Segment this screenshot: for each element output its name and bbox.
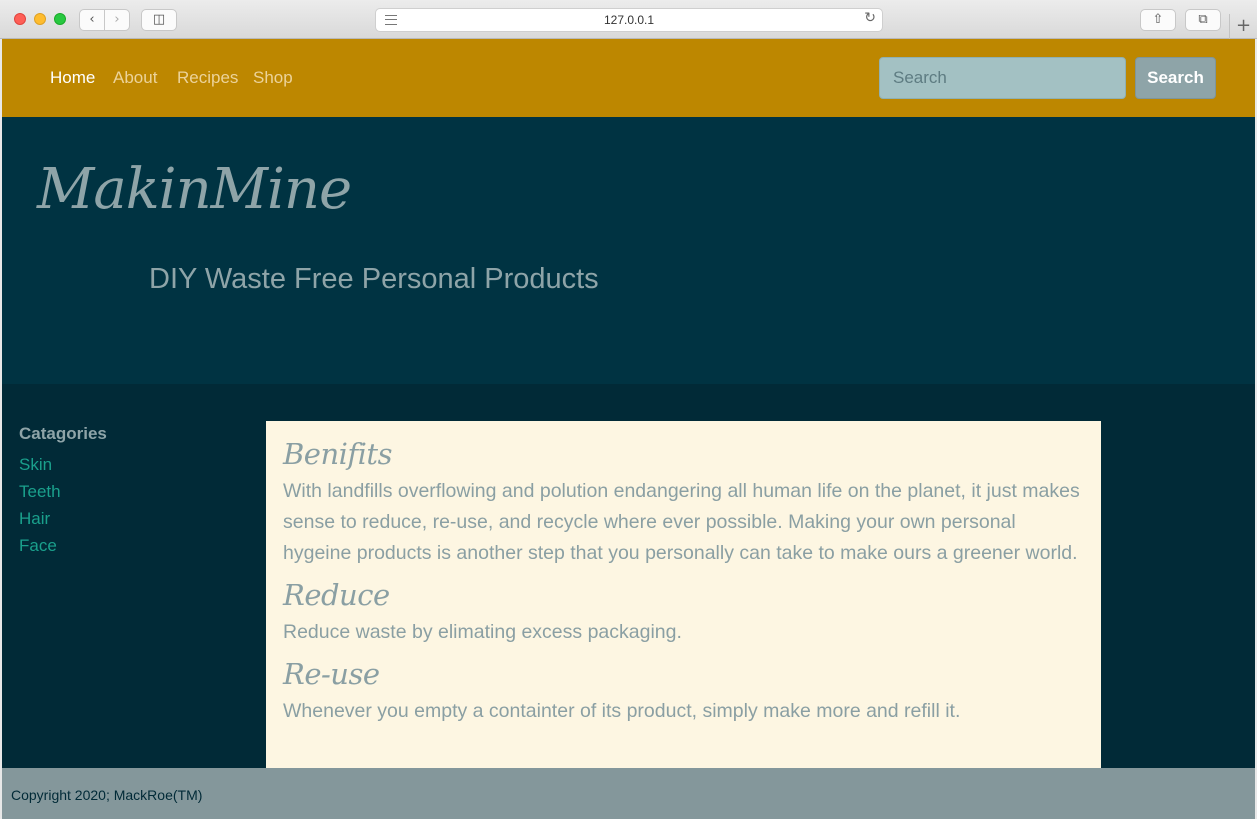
nav-link-home[interactable]: Home bbox=[50, 68, 95, 88]
top-navbar: Home About Recipes Shop Search bbox=[2, 39, 1255, 117]
nav-link-shop[interactable]: Shop bbox=[253, 68, 293, 88]
sidebar-item-hair[interactable]: Hair bbox=[19, 505, 107, 532]
new-tab-icon[interactable]: + bbox=[1229, 14, 1257, 39]
zoom-window-button[interactable] bbox=[54, 13, 66, 25]
page-footer: Copyright 2020; MackRoe(TM) bbox=[2, 768, 1255, 819]
sidebar-heading: Catagories bbox=[19, 424, 107, 443]
section-text-reduce: Reduce waste by elimating excess packagi… bbox=[283, 621, 682, 643]
nav-link-recipes[interactable]: Recipes bbox=[177, 68, 238, 88]
address-bar[interactable]: 127.0.0.1 ↻ bbox=[375, 8, 883, 32]
url-text[interactable]: 127.0.0.1 bbox=[376, 13, 882, 27]
share-icon[interactable]: ⇧ bbox=[1140, 9, 1176, 31]
section-heading-benifits: Benifits bbox=[283, 437, 392, 471]
forward-icon[interactable]: › bbox=[104, 9, 130, 31]
section-text-benifits: With landfills overflowing and polution … bbox=[283, 480, 1080, 564]
section-text-reuse: Whenever you empty a containter of its p… bbox=[283, 700, 961, 722]
nav-link-about[interactable]: About bbox=[113, 68, 157, 88]
section-heading-reduce: Reduce bbox=[283, 578, 390, 612]
content-card: Benifits With landfills overflowing and … bbox=[266, 421, 1101, 781]
sidebar-item-teeth[interactable]: Teeth bbox=[19, 478, 107, 505]
sidebar-item-skin[interactable]: Skin bbox=[19, 451, 107, 478]
reload-icon[interactable]: ↻ bbox=[864, 10, 876, 26]
section-heading-reuse: Re-use bbox=[283, 657, 380, 691]
search-button[interactable]: Search bbox=[1135, 57, 1216, 99]
sidebar-icon[interactable]: ◫ bbox=[141, 9, 177, 31]
categories-sidebar: Catagories Skin Teeth Hair Face bbox=[19, 424, 107, 559]
minimize-window-button[interactable] bbox=[34, 13, 46, 25]
back-icon[interactable]: ‹ bbox=[79, 9, 105, 31]
browser-toolbar: ‹ › ◫ 127.0.0.1 ↻ ⇧ ⧉ + bbox=[0, 0, 1257, 39]
hero-banner: MakinMine DIY Waste Free Personal Produc… bbox=[2, 117, 1255, 384]
tagline: DIY Waste Free Personal Products bbox=[149, 263, 599, 295]
search-input[interactable] bbox=[879, 57, 1126, 99]
copyright-text: Copyright 2020; MackRoe(TM) bbox=[11, 787, 203, 803]
close-window-button[interactable] bbox=[14, 13, 26, 25]
web-page: Home About Recipes Shop Search MakinMine… bbox=[2, 39, 1255, 819]
sidebar-item-face[interactable]: Face bbox=[19, 532, 107, 559]
brand-logo: MakinMine bbox=[37, 157, 352, 222]
tabs-icon[interactable]: ⧉ bbox=[1185, 9, 1221, 31]
